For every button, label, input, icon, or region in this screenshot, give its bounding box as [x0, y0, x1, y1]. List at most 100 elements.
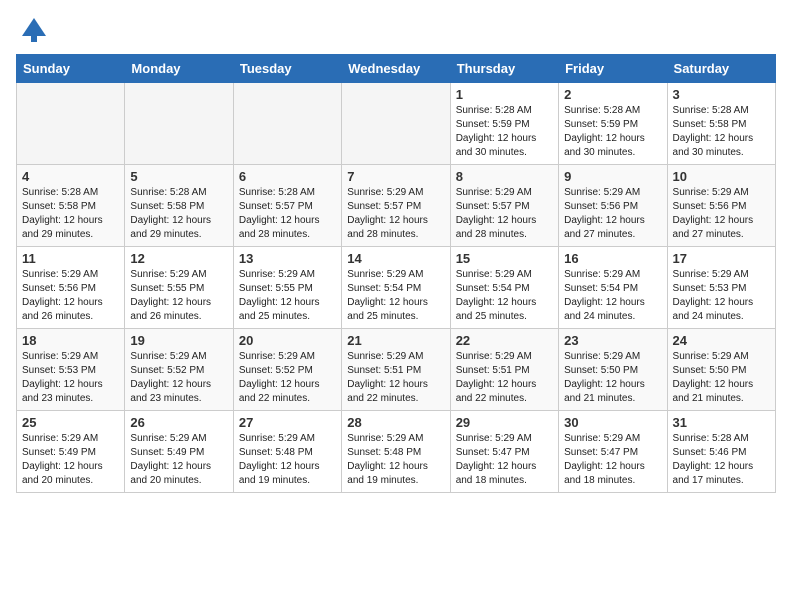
calendar-header-sunday: Sunday — [17, 55, 125, 83]
day-info: Sunrise: 5:29 AM Sunset: 5:54 PM Dayligh… — [347, 268, 444, 324]
day-number: 10 — [673, 169, 770, 184]
calendar-day: 7 Sunrise: 5:29 AM Sunset: 5:57 PM Daylig… — [342, 165, 450, 247]
day-number: 7 — [347, 169, 444, 184]
day-number: 20 — [239, 333, 336, 348]
day-number: 28 — [347, 415, 444, 430]
day-number: 3 — [673, 87, 770, 102]
calendar-day: 31 Sunrise: 5:28 AM Sunset: 5:46 PM Dayli… — [667, 411, 775, 493]
day-info: Sunrise: 5:29 AM Sunset: 5:57 PM Dayligh… — [347, 186, 444, 242]
day-info: Sunrise: 5:29 AM Sunset: 5:49 PM Dayligh… — [130, 432, 227, 488]
calendar-day — [342, 83, 450, 165]
day-number: 12 — [130, 251, 227, 266]
calendar-day: 24Sunrise: 5:29 AM Sunset: 5:50 PM Dayli… — [667, 329, 775, 411]
day-info: Sunrise: 5:28 AM Sunset: 5:58 PM Dayligh… — [130, 186, 227, 242]
day-info: Sunrise: 5:28 AM Sunset: 5:59 PM Dayligh… — [564, 104, 661, 160]
calendar-table: SundayMondayTuesdayWednesdayThursdayFrid… — [16, 54, 776, 493]
calendar-day: 15 Sunrise: 5:29 AM Sunset: 5:54 PM Dayli… — [450, 247, 558, 329]
calendar-day: 28 Sunrise: 5:29 AM Sunset: 5:48 PM Dayli… — [342, 411, 450, 493]
calendar-week-row: 4 Sunrise: 5:28 AM Sunset: 5:58 PM Daylig… — [17, 165, 776, 247]
day-number: 27 — [239, 415, 336, 430]
calendar-day: 29 Sunrise: 5:29 AM Sunset: 5:47 PM Dayli… — [450, 411, 558, 493]
calendar-day: 25 Sunrise: 5:29 AM Sunset: 5:49 PM Dayli… — [17, 411, 125, 493]
day-number: 8 — [456, 169, 553, 184]
calendar-day: 14Sunrise: 5:29 AM Sunset: 5:54 PM Dayli… — [342, 247, 450, 329]
day-number: 16 — [564, 251, 661, 266]
day-info: Sunrise: 5:28 AM Sunset: 5:59 PM Dayligh… — [456, 104, 553, 160]
page-header — [16, 16, 776, 44]
day-number: 25 — [22, 415, 119, 430]
day-info: Sunrise: 5:29 AM Sunset: 5:52 PM Dayligh… — [130, 350, 227, 406]
day-info: Sunrise: 5:29 AM Sunset: 5:49 PM Dayligh… — [22, 432, 119, 488]
day-info: Sunrise: 5:28 AM Sunset: 5:58 PM Dayligh… — [673, 104, 770, 160]
day-info: Sunrise: 5:29 AM Sunset: 5:55 PM Dayligh… — [239, 268, 336, 324]
calendar-day: 2Sunrise: 5:28 AM Sunset: 5:59 PM Daylig… — [559, 83, 667, 165]
day-number: 17 — [673, 251, 770, 266]
calendar-week-row: 25 Sunrise: 5:29 AM Sunset: 5:49 PM Dayli… — [17, 411, 776, 493]
day-info: Sunrise: 5:29 AM Sunset: 5:51 PM Dayligh… — [456, 350, 553, 406]
day-info: Sunrise: 5:29 AM Sunset: 5:56 PM Dayligh… — [673, 186, 770, 242]
day-info: Sunrise: 5:29 AM Sunset: 5:54 PM Dayligh… — [456, 268, 553, 324]
calendar-day: 22 Sunrise: 5:29 AM Sunset: 5:51 PM Dayli… — [450, 329, 558, 411]
calendar-header-monday: Monday — [125, 55, 233, 83]
calendar-day: 13 Sunrise: 5:29 AM Sunset: 5:55 PM Dayli… — [233, 247, 341, 329]
calendar-header-friday: Friday — [559, 55, 667, 83]
calendar-week-row: 1 Sunrise: 5:28 AM Sunset: 5:59 PM Daylig… — [17, 83, 776, 165]
calendar-day: 18Sunrise: 5:29 AM Sunset: 5:53 PM Dayli… — [17, 329, 125, 411]
calendar-day: 16 Sunrise: 5:29 AM Sunset: 5:54 PM Dayli… — [559, 247, 667, 329]
day-number: 29 — [456, 415, 553, 430]
day-number: 6 — [239, 169, 336, 184]
calendar-day: 19 Sunrise: 5:29 AM Sunset: 5:52 PM Dayli… — [125, 329, 233, 411]
day-number: 31 — [673, 415, 770, 430]
day-info: Sunrise: 5:29 AM Sunset: 5:48 PM Dayligh… — [239, 432, 336, 488]
calendar-day: 9Sunrise: 5:29 AM Sunset: 5:56 PM Daylig… — [559, 165, 667, 247]
day-number: 13 — [239, 251, 336, 266]
calendar-day: 1 Sunrise: 5:28 AM Sunset: 5:59 PM Daylig… — [450, 83, 558, 165]
day-number: 4 — [22, 169, 119, 184]
day-info: Sunrise: 5:28 AM Sunset: 5:46 PM Dayligh… — [673, 432, 770, 488]
calendar-week-row: 11 Sunrise: 5:29 AM Sunset: 5:56 PM Dayli… — [17, 247, 776, 329]
calendar-day: 8 Sunrise: 5:29 AM Sunset: 5:57 PM Daylig… — [450, 165, 558, 247]
day-number: 1 — [456, 87, 553, 102]
day-info: Sunrise: 5:28 AM Sunset: 5:58 PM Dayligh… — [22, 186, 119, 242]
calendar-day: 27 Sunrise: 5:29 AM Sunset: 5:48 PM Dayli… — [233, 411, 341, 493]
day-info: Sunrise: 5:29 AM Sunset: 5:47 PM Dayligh… — [456, 432, 553, 488]
calendar-day: 6 Sunrise: 5:28 AM Sunset: 5:57 PM Daylig… — [233, 165, 341, 247]
calendar-header-wednesday: Wednesday — [342, 55, 450, 83]
day-info: Sunrise: 5:29 AM Sunset: 5:56 PM Dayligh… — [22, 268, 119, 324]
day-number: 19 — [130, 333, 227, 348]
day-number: 30 — [564, 415, 661, 430]
calendar-day — [125, 83, 233, 165]
day-number: 5 — [130, 169, 227, 184]
calendar-week-row: 18Sunrise: 5:29 AM Sunset: 5:53 PM Dayli… — [17, 329, 776, 411]
day-info: Sunrise: 5:28 AM Sunset: 5:57 PM Dayligh… — [239, 186, 336, 242]
calendar-day: 20Sunrise: 5:29 AM Sunset: 5:52 PM Dayli… — [233, 329, 341, 411]
calendar-header-row: SundayMondayTuesdayWednesdayThursdayFrid… — [17, 55, 776, 83]
day-info: Sunrise: 5:29 AM Sunset: 5:54 PM Dayligh… — [564, 268, 661, 324]
logo — [16, 16, 48, 44]
calendar-day: 30 Sunrise: 5:29 AM Sunset: 5:47 PM Dayli… — [559, 411, 667, 493]
day-info: Sunrise: 5:29 AM Sunset: 5:50 PM Dayligh… — [564, 350, 661, 406]
day-number: 18 — [22, 333, 119, 348]
day-info: Sunrise: 5:29 AM Sunset: 5:47 PM Dayligh… — [564, 432, 661, 488]
calendar-day: 4 Sunrise: 5:28 AM Sunset: 5:58 PM Daylig… — [17, 165, 125, 247]
calendar-day: 23 Sunrise: 5:29 AM Sunset: 5:50 PM Dayli… — [559, 329, 667, 411]
day-info: Sunrise: 5:29 AM Sunset: 5:48 PM Dayligh… — [347, 432, 444, 488]
calendar-day: 26Sunrise: 5:29 AM Sunset: 5:49 PM Dayli… — [125, 411, 233, 493]
day-number: 21 — [347, 333, 444, 348]
day-info: Sunrise: 5:29 AM Sunset: 5:55 PM Dayligh… — [130, 268, 227, 324]
day-number: 11 — [22, 251, 119, 266]
day-info: Sunrise: 5:29 AM Sunset: 5:51 PM Dayligh… — [347, 350, 444, 406]
day-info: Sunrise: 5:29 AM Sunset: 5:57 PM Dayligh… — [456, 186, 553, 242]
calendar-day: 10 Sunrise: 5:29 AM Sunset: 5:56 PM Dayli… — [667, 165, 775, 247]
day-number: 15 — [456, 251, 553, 266]
calendar-day: 21 Sunrise: 5:29 AM Sunset: 5:51 PM Dayli… — [342, 329, 450, 411]
day-number: 22 — [456, 333, 553, 348]
day-info: Sunrise: 5:29 AM Sunset: 5:50 PM Dayligh… — [673, 350, 770, 406]
calendar-header-saturday: Saturday — [667, 55, 775, 83]
day-number: 23 — [564, 333, 661, 348]
day-info: Sunrise: 5:29 AM Sunset: 5:56 PM Dayligh… — [564, 186, 661, 242]
calendar-day — [233, 83, 341, 165]
calendar-day — [17, 83, 125, 165]
day-info: Sunrise: 5:29 AM Sunset: 5:53 PM Dayligh… — [673, 268, 770, 324]
calendar-header-tuesday: Tuesday — [233, 55, 341, 83]
